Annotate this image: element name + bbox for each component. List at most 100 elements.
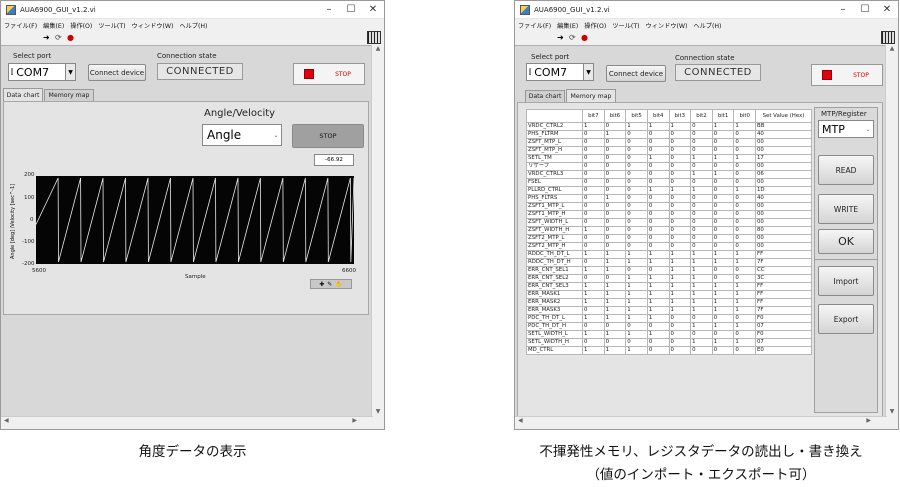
set-value-cell[interactable]: 3C	[755, 274, 812, 283]
set-value-cell[interactable]: 00	[755, 138, 812, 147]
bit-cell[interactable]: 0	[711, 202, 735, 211]
bit-cell[interactable]: 0	[668, 162, 692, 171]
set-value-cell[interactable]: 40	[755, 194, 812, 203]
bit-cell[interactable]: 0	[625, 202, 648, 211]
bit-cell[interactable]: 1	[711, 154, 735, 163]
bit-cell[interactable]: 0	[646, 234, 670, 243]
bit-cell[interactable]: 0	[646, 202, 670, 211]
set-value-cell[interactable]: F0	[755, 330, 812, 339]
set-value-cell[interactable]: FF	[755, 282, 812, 291]
bit-cell[interactable]: 0	[603, 186, 627, 195]
bit-cell[interactable]: 0	[646, 162, 670, 171]
bit-cell[interactable]: 1	[625, 346, 648, 355]
mtp-register-select[interactable]: MTP ⌄	[818, 120, 874, 138]
abort-icon[interactable]: ●	[67, 33, 74, 42]
menu-help[interactable]: ヘルプ(H)	[693, 21, 721, 30]
zoom-icon[interactable]: ✎	[327, 281, 332, 288]
bit-cell[interactable]: 1	[603, 258, 627, 267]
bit-cell[interactable]: 0	[603, 170, 627, 179]
bit-cell[interactable]: 1	[646, 258, 670, 267]
bit-cell[interactable]: 1	[690, 274, 713, 283]
bit-cell[interactable]: 1	[646, 282, 670, 291]
bit-cell[interactable]: 1	[690, 306, 713, 315]
bit-cell[interactable]: 0	[711, 266, 735, 275]
bit-cell[interactable]: 1	[711, 290, 735, 299]
bit-cell[interactable]: 0	[646, 242, 670, 251]
bit-cell[interactable]: 1	[625, 306, 648, 315]
bit-cell[interactable]: 0	[690, 162, 713, 171]
pan-icon[interactable]: ✋	[335, 281, 342, 288]
bit-cell[interactable]: 0	[582, 234, 605, 243]
tab-data-chart[interactable]: Data chart	[525, 90, 565, 102]
maximize-icon[interactable]: ☐	[854, 4, 876, 15]
bit-cell[interactable]: 0	[733, 138, 756, 147]
bit-cell[interactable]: 0	[646, 178, 670, 187]
bit-cell[interactable]: 0	[711, 346, 735, 355]
bit-cell[interactable]: 1	[646, 122, 670, 131]
bit-cell[interactable]: 1	[733, 250, 756, 259]
bit-cell[interactable]: 1	[668, 290, 692, 299]
bit-cell[interactable]: 1	[625, 314, 648, 323]
set-value-cell[interactable]: FF	[755, 298, 812, 307]
bit-cell[interactable]: 0	[646, 346, 670, 355]
export-button[interactable]: Export	[818, 304, 874, 334]
bit-cell[interactable]: 0	[711, 234, 735, 243]
bit-cell[interactable]: 0	[711, 130, 735, 139]
bit-cell[interactable]: 0	[625, 170, 648, 179]
bit-cell[interactable]: 1	[690, 170, 713, 179]
bit-cell[interactable]: 1	[668, 122, 692, 131]
horizontal-scrollbar[interactable]: ◀ ▶	[1, 416, 373, 429]
bit-cell[interactable]: 0	[603, 210, 627, 219]
bit-cell[interactable]: 0	[733, 130, 756, 139]
bit-cell[interactable]: 0	[733, 330, 756, 339]
bit-cell[interactable]: 1	[690, 154, 713, 163]
menu-window[interactable]: ウィンドウ(W)	[646, 21, 688, 30]
bit-cell[interactable]: 1	[582, 226, 605, 235]
bit-cell[interactable]: 1	[603, 282, 627, 291]
bit-cell[interactable]: 0	[625, 194, 648, 203]
set-value-cell[interactable]: 07	[755, 322, 812, 331]
bit-cell[interactable]: 1	[711, 258, 735, 267]
bit-cell[interactable]: 0	[711, 242, 735, 251]
bit-cell[interactable]: 0	[625, 218, 648, 227]
minimize-icon[interactable]: –	[318, 4, 340, 15]
bit-cell[interactable]: 1	[625, 290, 648, 299]
bit-cell[interactable]: 0	[668, 178, 692, 187]
bit-cell[interactable]: 0	[625, 338, 648, 347]
bit-cell[interactable]: 0	[733, 218, 756, 227]
bit-cell[interactable]: 0	[582, 322, 605, 331]
bit-cell[interactable]: 1	[582, 330, 605, 339]
bit-cell[interactable]: 0	[603, 234, 627, 243]
bit-cell[interactable]: 0	[646, 226, 670, 235]
bit-cell[interactable]: 0	[646, 194, 670, 203]
stop-angle-button[interactable]: STOP	[292, 124, 364, 148]
set-value-cell[interactable]: 00	[755, 178, 812, 187]
horizontal-scrollbar[interactable]: ◀ ▶	[515, 416, 887, 429]
menu-edit[interactable]: 編集(E)	[557, 21, 578, 30]
bit-cell[interactable]: 0	[690, 210, 713, 219]
bit-cell[interactable]: 0	[733, 202, 756, 211]
bit-cell[interactable]: 1	[582, 290, 605, 299]
bit-cell[interactable]: 1	[625, 330, 648, 339]
set-value-cell[interactable]: 1D	[755, 186, 812, 195]
set-value-cell[interactable]: 17	[755, 154, 812, 163]
bit-cell[interactable]: 1	[646, 298, 670, 307]
bit-cell[interactable]: 0	[733, 274, 756, 283]
bit-cell[interactable]: 1	[733, 338, 756, 347]
bit-cell[interactable]: 1	[690, 186, 713, 195]
menu-window[interactable]: ウィンドウ(W)	[132, 21, 174, 30]
bit-cell[interactable]: 0	[711, 330, 735, 339]
close-icon[interactable]: ✕	[876, 4, 898, 15]
tab-memory-map[interactable]: Memory map	[44, 89, 94, 101]
bit-cell[interactable]: 1	[582, 298, 605, 307]
bit-cell[interactable]: 0	[668, 130, 692, 139]
read-button[interactable]: READ	[818, 155, 874, 185]
bit-cell[interactable]: 0	[733, 234, 756, 243]
bit-cell[interactable]: 0	[711, 194, 735, 203]
bit-cell[interactable]: 0	[690, 330, 713, 339]
run-continuous-icon[interactable]: ⟳	[55, 33, 62, 42]
bit-cell[interactable]: 0	[690, 138, 713, 147]
bit-cell[interactable]: 0	[711, 186, 735, 195]
menu-tools[interactable]: ツール(T)	[612, 21, 639, 30]
menu-operate[interactable]: 操作(O)	[584, 21, 606, 30]
